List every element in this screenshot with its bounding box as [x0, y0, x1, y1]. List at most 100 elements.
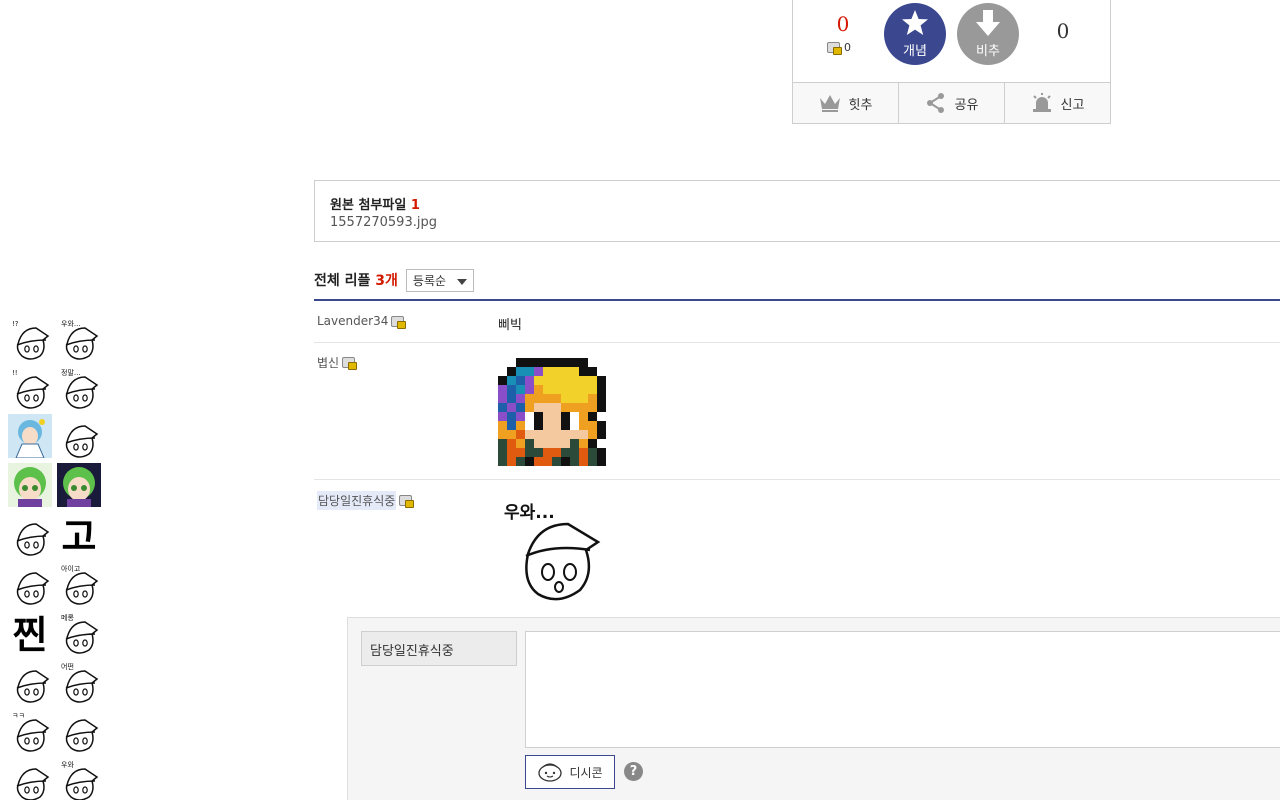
sticker-item[interactable]: !!	[8, 365, 52, 409]
sticker-item[interactable]: 우와...	[57, 316, 101, 360]
svg-text:ㅋㅋ: ㅋㅋ	[12, 712, 25, 720]
witch-sticker-icon: 메롱	[57, 610, 101, 654]
reply-textarea[interactable]	[525, 631, 1280, 748]
comment-text: 삐빅	[498, 318, 522, 333]
fixed-user-icon	[399, 495, 415, 508]
attachment-title: 원본 첨부파일 1	[330, 194, 420, 213]
comment-item: 볍신	[314, 343, 1280, 480]
anime-girl-sticker-icon	[8, 414, 52, 459]
upvote-label: 개념	[903, 44, 927, 59]
sticker-item[interactable]	[57, 708, 101, 752]
witch-sticker-icon	[57, 708, 101, 752]
vote-actions: 힛추 공유 신고	[793, 82, 1110, 123]
dccon-label: 디시콘	[569, 765, 603, 780]
comment-nick-text: 볍신	[317, 356, 340, 370]
attachment-file-link[interactable]: 1557270593.jpg	[330, 215, 437, 230]
downvote-button[interactable]: 비추	[957, 3, 1019, 65]
svg-text:어떤: 어떤	[61, 662, 74, 671]
witch-sticker-icon	[8, 659, 52, 703]
share-button[interactable]: 공유	[899, 83, 1005, 123]
comment-item: Lavender34 삐빅	[314, 301, 1280, 343]
upvote-button[interactable]: 개념	[884, 3, 946, 65]
comment-nick[interactable]: 담당일진휴식중	[317, 491, 415, 510]
attachment-title-text: 원본 첨부파일	[330, 198, 407, 213]
report-label: 신고	[1060, 97, 1085, 113]
attachment-count: 1	[410, 198, 420, 213]
witch-sketch-dccon[interactable]: 우와...	[498, 494, 608, 604]
sticker-item[interactable]	[8, 561, 52, 605]
reply-form: 담당일진휴식중 디시콘 ?	[347, 617, 1280, 800]
svg-text:!!: !!	[12, 369, 18, 377]
sticker-item[interactable]: !?	[8, 316, 52, 360]
vote-top: 0 0 개념 비추 0	[793, 0, 1110, 82]
comment-item: 담당일진휴식중 우와...	[314, 480, 1280, 620]
help-icon[interactable]: ?	[624, 762, 643, 781]
sticker-item[interactable]: 우와	[57, 757, 101, 800]
svg-text:우와: 우와	[61, 760, 74, 769]
fixed-user-icon	[342, 357, 358, 370]
comment-title-text: 전체 리플	[314, 273, 371, 289]
attachment-box: 원본 첨부파일 1 1557270593.jpg	[314, 180, 1280, 242]
sticker-item[interactable]: 정말...	[57, 365, 101, 409]
sticker-item[interactable]: 메롱	[57, 610, 101, 654]
witch-sticker-icon: 어떤	[57, 659, 101, 703]
fixed-user-icon	[391, 315, 407, 329]
sticker-item[interactable]	[8, 659, 52, 703]
dccon-caption: 우와...	[504, 503, 555, 523]
sticker-item[interactable]: 찐	[8, 610, 52, 657]
witch-sticker-icon	[8, 512, 52, 556]
comment-nick-text: Lavender34	[317, 314, 389, 328]
svg-text:정말...: 정말...	[61, 368, 81, 377]
green-hair-sticker-icon	[57, 463, 101, 507]
down-vote-count: 0	[1056, 19, 1070, 43]
text-sticker-icon: 찐	[8, 610, 52, 657]
dccon-button[interactable]: 디시콘	[525, 755, 615, 789]
comment-nick-text: 담당일진휴식중	[317, 491, 397, 510]
svg-text:!?: !?	[12, 320, 19, 328]
comment-sort-select[interactable]: 등록순	[405, 268, 474, 292]
comment-title: 전체 리플 3개	[314, 270, 398, 290]
hit-recommend-label: 힛추	[848, 97, 873, 113]
witch-sticker-icon: !?	[8, 316, 52, 360]
report-button[interactable]: 신고	[1005, 83, 1110, 123]
svg-text:찐: 찐	[13, 613, 48, 654]
sticker-item[interactable]	[8, 757, 52, 800]
witch-sticker-icon	[8, 561, 52, 605]
witch-sticker-icon	[57, 414, 101, 458]
green-hair-sticker-icon	[8, 463, 52, 507]
sticker-item[interactable]	[57, 414, 101, 458]
sticker-item[interactable]: ㅋㅋ	[8, 708, 52, 752]
sticker-item[interactable]	[8, 414, 52, 459]
sticker-item[interactable]: 아이고	[57, 561, 101, 605]
hit-recommend-button[interactable]: 힛추	[793, 83, 899, 123]
share-icon	[926, 93, 944, 113]
svg-text:메롱: 메롱	[61, 614, 74, 622]
svg-text:아이고: 아이고	[61, 564, 81, 573]
fixed-up-vote-count: 0	[844, 41, 851, 54]
dccon-face-icon	[538, 763, 563, 782]
witch-sticker-icon: 우와...	[57, 316, 101, 360]
sticker-item[interactable]	[8, 463, 52, 507]
svg-text:우와...: 우와...	[61, 319, 81, 328]
reply-nick-field[interactable]: 담당일진휴식중	[361, 631, 517, 666]
downvote-label: 비추	[976, 44, 1000, 59]
sticker-item[interactable]	[8, 512, 52, 556]
pixel-character-dccon[interactable]	[498, 356, 608, 466]
up-vote-count: 0	[836, 12, 850, 36]
arrow-down-icon	[976, 10, 1000, 36]
witch-sticker-icon: 정말...	[57, 365, 101, 409]
witch-sticker-icon: 아이고	[57, 561, 101, 605]
share-label: 공유	[954, 97, 979, 113]
comment-nick[interactable]: 볍신	[317, 354, 358, 371]
sticker-item[interactable]	[57, 463, 101, 507]
sticker-item[interactable]: 어떤	[57, 659, 101, 703]
sticker-item[interactable]: 고	[57, 512, 101, 559]
comment-count: 3개	[375, 273, 398, 289]
witch-sticker-icon: 우와	[57, 757, 101, 800]
comment-nick[interactable]: Lavender34	[317, 314, 407, 329]
witch-sticker-icon	[8, 757, 52, 800]
witch-sticker-icon: ㅋㅋ	[8, 708, 52, 752]
siren-icon	[1032, 93, 1051, 112]
text-sticker-icon: 고	[57, 512, 101, 559]
comment-sort-value: 등록순	[412, 273, 447, 288]
